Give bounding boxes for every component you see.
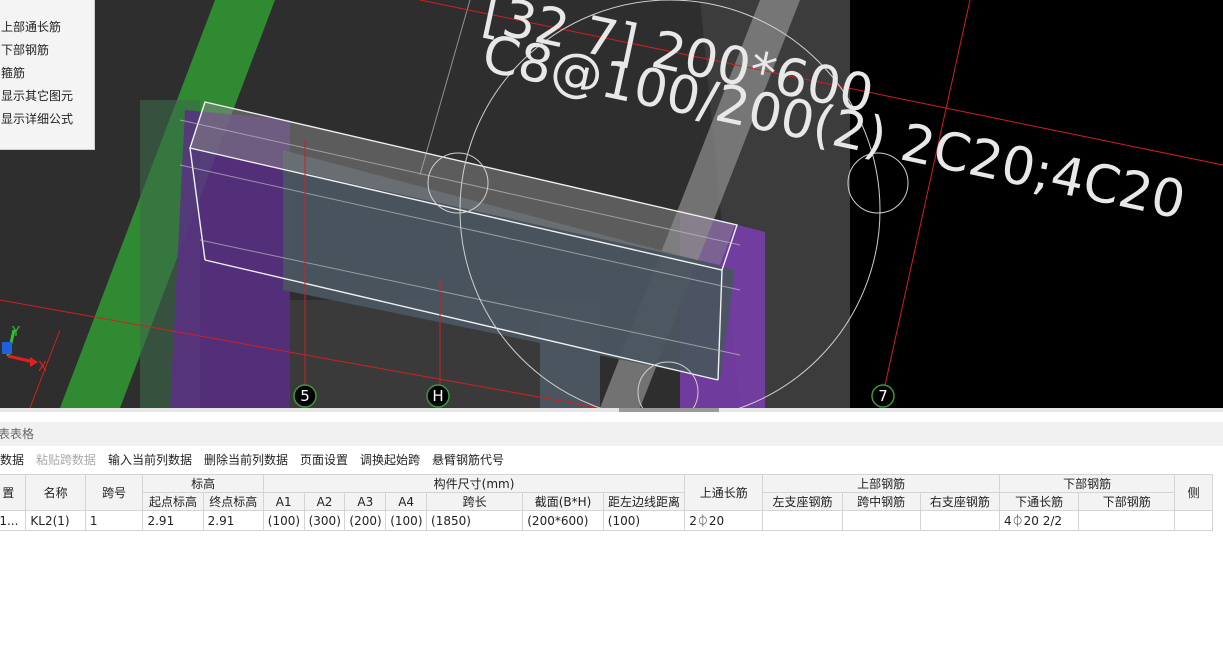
col-group-dimensions: 构件尺寸(mm) bbox=[262, 474, 686, 493]
cell-right-support[interactable] bbox=[919, 510, 1001, 531]
col-span: 跨号 bbox=[84, 474, 144, 511]
axis-gizmo: Y X bbox=[2, 325, 47, 375]
scene-canvas[interactable]: [32 7] 200*600 C8@100/200(2) 2C20;4C20 5… bbox=[0, 0, 1223, 408]
cell-a1[interactable]: (100) bbox=[262, 510, 305, 531]
col-dist-left: 距左边线距离 bbox=[602, 492, 686, 511]
page-setup-button[interactable]: 页面设置 bbox=[300, 446, 348, 474]
layer-item-top-continuous[interactable]: 上部通长筋 bbox=[0, 16, 94, 39]
panel-title-bar: 表表格 bbox=[0, 422, 1223, 446]
paste-span-data-button[interactable]: 粘贴跨数据 bbox=[36, 446, 96, 474]
layer-visibility-panel: 上部通长筋 下部钢筋 箍筋 显示其它图元 显示详细公式 bbox=[0, 0, 95, 150]
cell-start-elev[interactable]: 2.91 bbox=[142, 510, 204, 531]
col-group-elevation: 标高 bbox=[142, 474, 264, 493]
cell-section[interactable]: (200*600) bbox=[522, 510, 604, 531]
col-end-elev: 终点标高 bbox=[202, 492, 264, 511]
table-row[interactable]: -1... KL2(1) 1 2.91 2.91 (100) (300) (20… bbox=[0, 510, 1213, 531]
cell-side[interactable] bbox=[1174, 510, 1213, 531]
table-toolbar: 数据 粘贴跨数据 输入当前列数据 删除当前列数据 页面设置 调换起始跨 悬臂钢筋… bbox=[0, 446, 1223, 474]
3d-viewport[interactable]: [32 7] 200*600 C8@100/200(2) 2C20;4C20 5… bbox=[0, 0, 1223, 408]
cell-bottom-rebar[interactable] bbox=[1078, 510, 1176, 531]
cell-end-elev[interactable]: 2.91 bbox=[202, 510, 264, 531]
layer-item-show-other[interactable]: 显示其它图元 bbox=[0, 85, 94, 108]
col-a2: A2 bbox=[303, 492, 346, 511]
col-group-top-rebar: 上部钢筋 bbox=[762, 474, 1001, 493]
delete-column-data-button[interactable]: 删除当前列数据 bbox=[204, 446, 288, 474]
cantilever-rebar-code-button[interactable]: 悬臂钢筋代号 bbox=[432, 446, 504, 474]
axis-x-label: X bbox=[38, 360, 47, 375]
grid-label-7: 7 bbox=[878, 387, 888, 405]
data-button[interactable]: 数据 bbox=[0, 446, 24, 474]
cell-span[interactable]: 1 bbox=[84, 510, 144, 531]
col-mid-span: 跨中钢筋 bbox=[841, 492, 921, 511]
grid-bubble-7[interactable]: 7 bbox=[871, 384, 895, 408]
grid-bubble-h[interactable]: H bbox=[426, 384, 450, 408]
grid-bubble-5[interactable]: 5 bbox=[293, 384, 317, 408]
col-bottom-rebar: 下部钢筋 bbox=[1078, 492, 1176, 511]
cell-name[interactable]: KL2(1) bbox=[25, 510, 86, 531]
cell-a2[interactable]: (300) bbox=[303, 510, 346, 531]
cell-mid-span[interactable] bbox=[841, 510, 921, 531]
grid-label-h: H bbox=[432, 387, 443, 405]
axis-y-label: Y bbox=[11, 325, 20, 340]
rebar-table-panel: 表表格 数据 粘贴跨数据 输入当前列数据 删除当前列数据 页面设置 调换起始跨 … bbox=[0, 412, 1223, 671]
layer-item-bottom-rebar[interactable]: 下部钢筋 bbox=[0, 39, 94, 62]
cell-span-length[interactable]: (1850) bbox=[426, 510, 524, 531]
rebar-data-table: 置 名称 跨号 标高 构件尺寸(mm) 上通长筋 上部钢筋 下部钢筋 侧 起点标… bbox=[0, 474, 1213, 531]
input-column-data-button[interactable]: 输入当前列数据 bbox=[108, 446, 192, 474]
col-start-elev: 起点标高 bbox=[142, 492, 204, 511]
col-side: 侧 bbox=[1174, 474, 1213, 511]
col-bottom-continuous: 下通长筋 bbox=[999, 492, 1080, 511]
cell-top-continuous[interactable]: 2⏀20 bbox=[684, 510, 764, 531]
col-name: 名称 bbox=[25, 474, 86, 511]
col-a4: A4 bbox=[385, 492, 428, 511]
cell-a3[interactable]: (200) bbox=[344, 510, 387, 531]
panel-title: 表表格 bbox=[0, 427, 35, 441]
cell-position[interactable]: -1... bbox=[0, 510, 27, 531]
col-span-length: 跨长 bbox=[426, 492, 524, 511]
cell-a4[interactable]: (100) bbox=[385, 510, 428, 531]
swap-start-span-button[interactable]: 调换起始跨 bbox=[360, 446, 420, 474]
col-group-bottom-rebar: 下部钢筋 bbox=[999, 474, 1176, 493]
col-right-support: 右支座钢筋 bbox=[919, 492, 1001, 511]
col-a1: A1 bbox=[262, 492, 305, 511]
cell-bottom-continuous[interactable]: 4⏀20 2/2 bbox=[999, 510, 1080, 531]
col-a3: A3 bbox=[344, 492, 387, 511]
grid-label-5: 5 bbox=[300, 387, 310, 405]
cell-dist-left[interactable]: (100) bbox=[602, 510, 686, 531]
cell-left-support[interactable] bbox=[762, 510, 843, 531]
col-section: 截面(B*H) bbox=[522, 492, 604, 511]
col-position: 置 bbox=[0, 474, 27, 511]
layer-item-show-formula[interactable]: 显示详细公式 bbox=[0, 108, 94, 131]
layer-item-stirrups[interactable]: 箍筋 bbox=[0, 62, 94, 85]
col-left-support: 左支座钢筋 bbox=[762, 492, 843, 511]
col-top-continuous: 上通长筋 bbox=[684, 474, 764, 511]
